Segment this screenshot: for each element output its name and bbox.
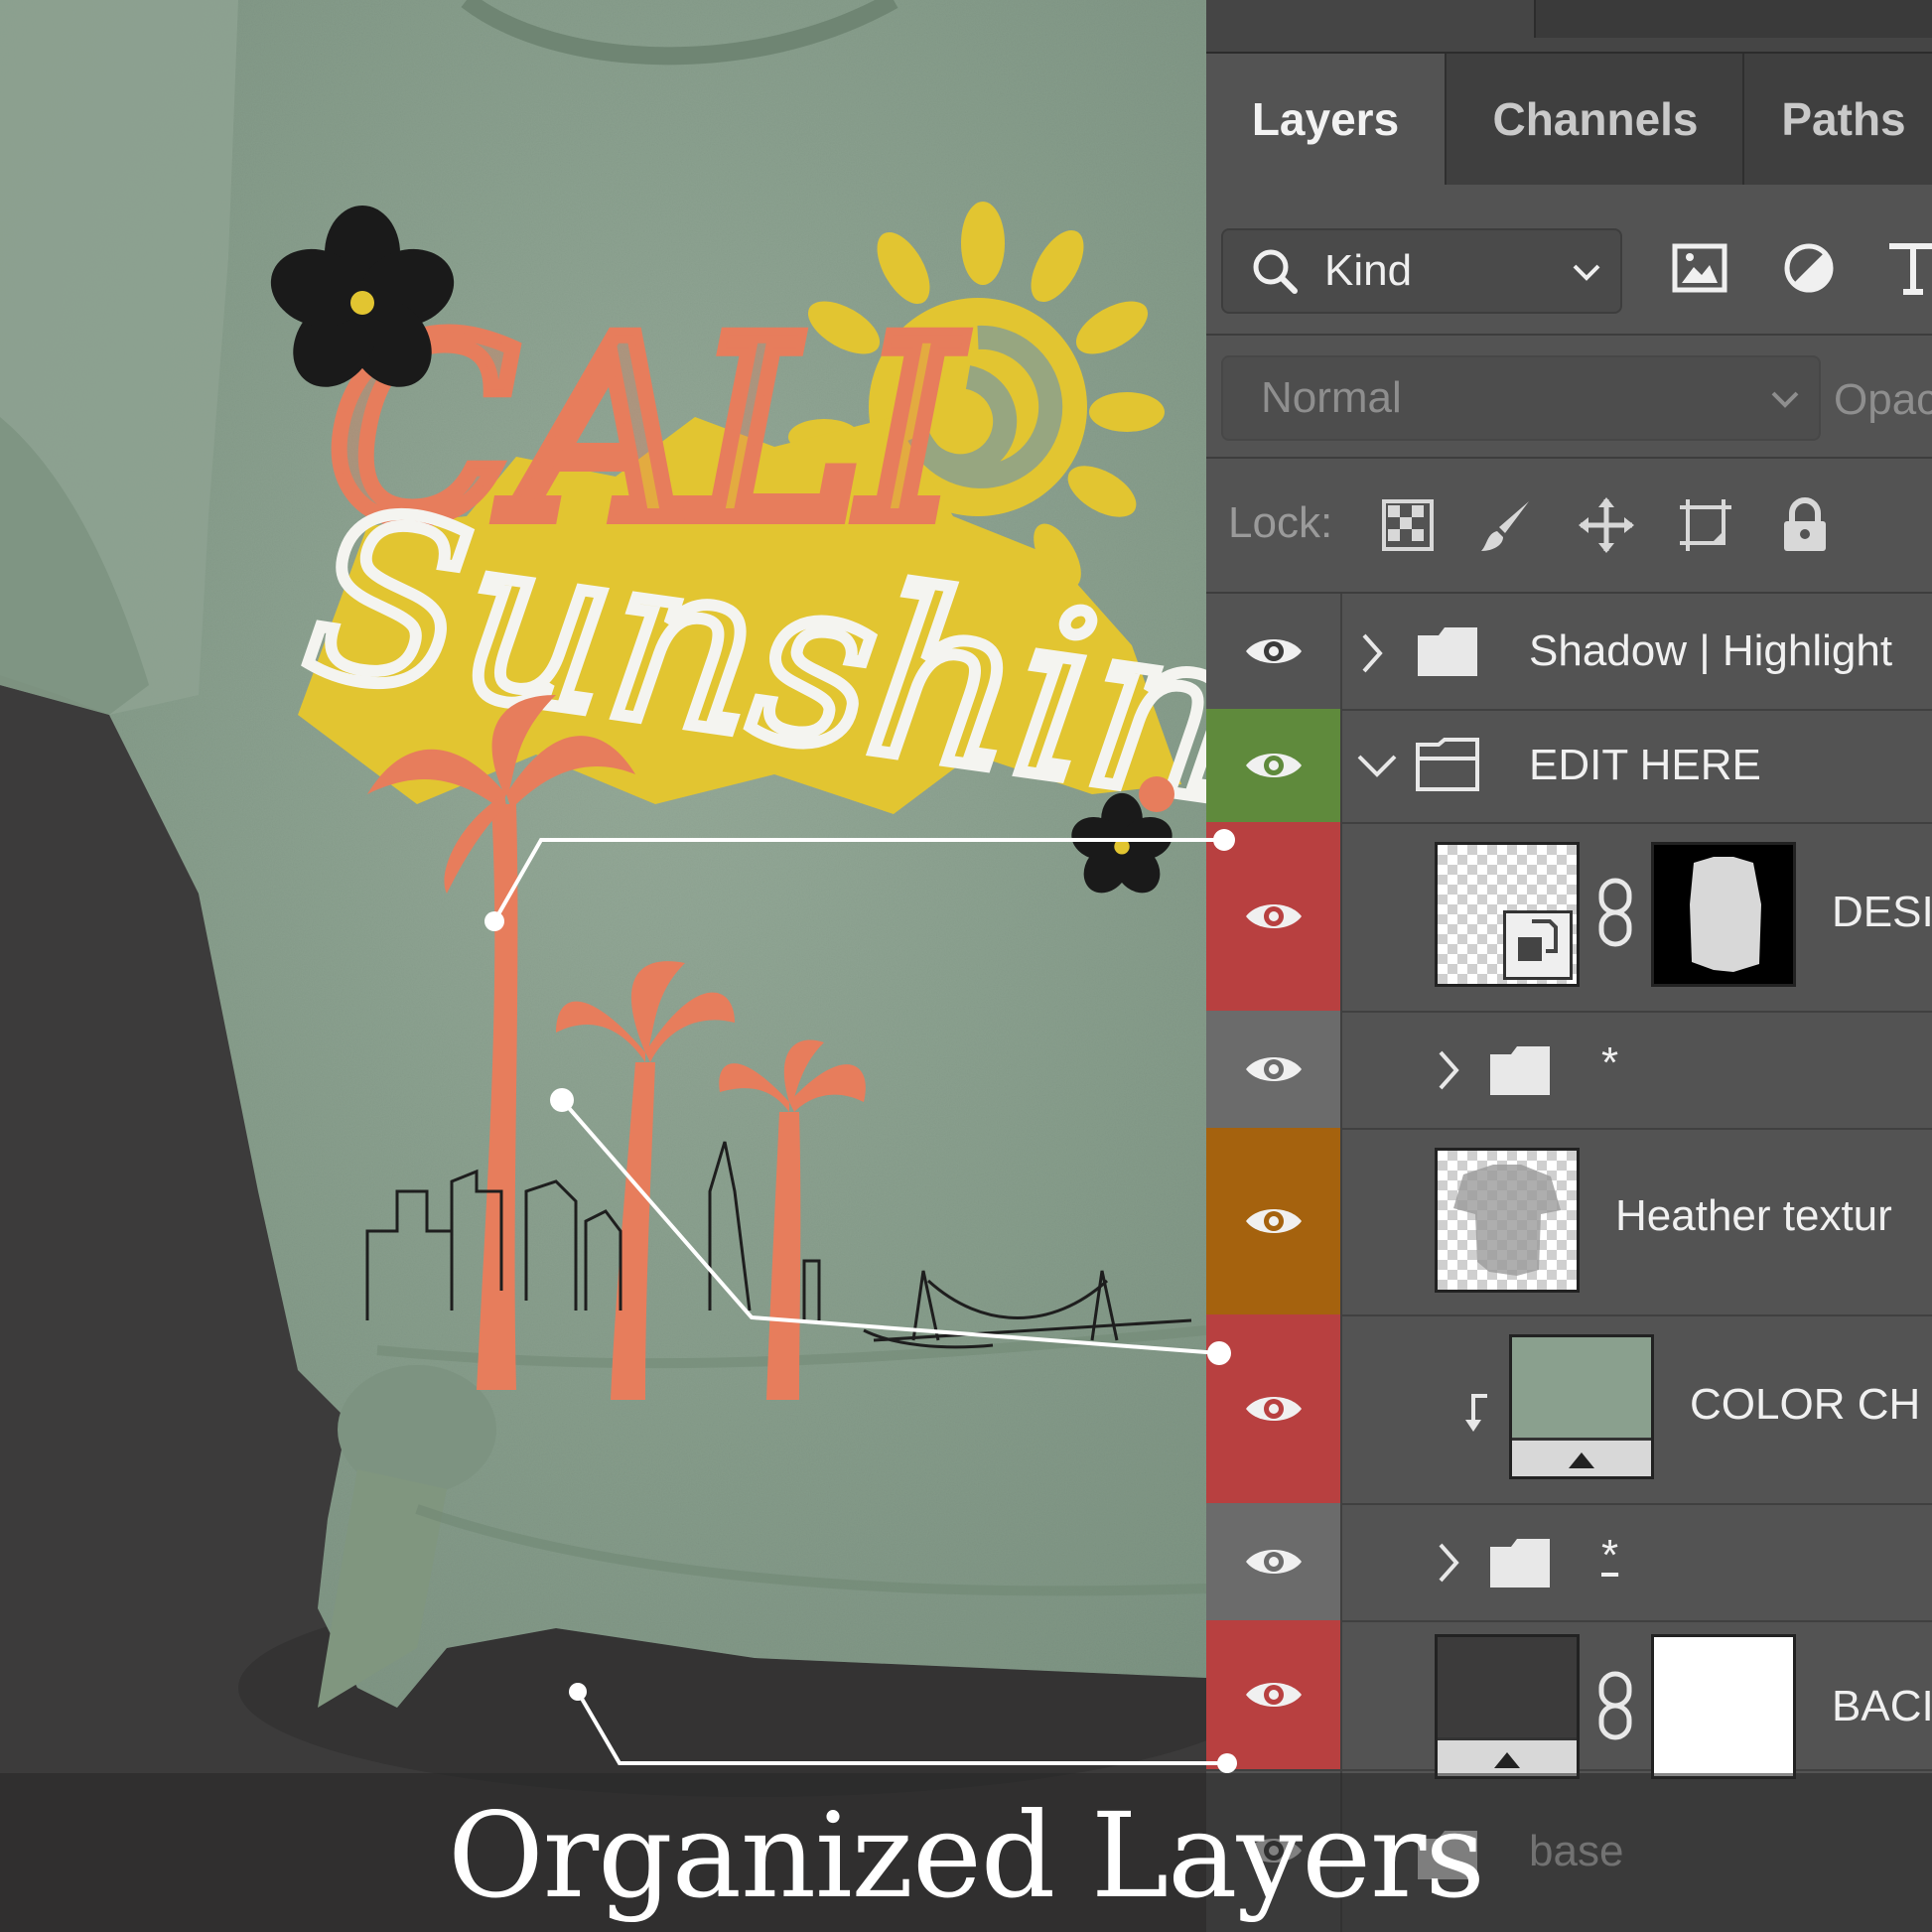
layer-name: * <box>1601 1038 1619 1087</box>
layer-name: DESI <box>1832 888 1932 936</box>
layer-mask-thumbnail <box>1651 1634 1796 1779</box>
panel-top-bar <box>1206 0 1932 54</box>
clipping-mask-arrow-icon <box>1465 1394 1487 1432</box>
chevron-down-icon <box>1771 391 1799 408</box>
link-chain-icon[interactable] <box>1593 1670 1637 1741</box>
layer-row-shadow-highlight[interactable]: Shadow | Highlight <box>1206 594 1932 711</box>
tab-paths[interactable]: Paths <box>1742 54 1932 185</box>
tab-channels[interactable]: Channels <box>1445 54 1744 185</box>
tshirt-mockup: CALI CALI Sunshine <box>0 0 1206 1932</box>
panel-tabs: Layers Channels Paths <box>1206 54 1932 185</box>
smart-object-badge-icon <box>1503 910 1573 980</box>
visibility-eye-icon[interactable] <box>1206 594 1342 709</box>
visibility-eye-icon[interactable] <box>1206 1011 1342 1128</box>
layer-row-group-star[interactable]: * <box>1206 1011 1932 1130</box>
layer-row-group-star-2[interactable]: * <box>1206 1503 1932 1622</box>
layer-name: * <box>1601 1531 1619 1580</box>
kind-label: Kind <box>1324 246 1413 295</box>
opacity-label: Opac <box>1834 375 1932 424</box>
visibility-eye-icon[interactable] <box>1206 822 1342 1011</box>
image-filter-icon[interactable] <box>1668 236 1731 300</box>
tab-layers[interactable]: Layers <box>1206 54 1445 185</box>
lock-position-icon[interactable] <box>1574 492 1639 558</box>
tshirt-illustration: CALI CALI Sunshine <box>0 0 1206 1797</box>
layer-name: EDIT HERE <box>1529 741 1761 789</box>
visibility-eye-icon[interactable] <box>1206 709 1342 822</box>
chevron-down-icon <box>1573 264 1600 281</box>
link-chain-icon[interactable] <box>1593 877 1637 948</box>
stage: CALI CALI Sunshine Layers Channels Paths… <box>0 0 1932 1932</box>
layer-name: BACI <box>1832 1682 1932 1730</box>
layer-name: COLOR CH <box>1690 1380 1921 1429</box>
chevron-right-icon[interactable] <box>1437 1048 1460 1092</box>
folder-icon <box>1418 627 1477 676</box>
fill-thumbnail <box>1435 1634 1580 1779</box>
blend-mode-select[interactable]: Normal <box>1221 355 1821 441</box>
lock-artboard-icon[interactable] <box>1673 492 1738 558</box>
lock-label: Lock: <box>1228 498 1333 547</box>
layer-thumbnail <box>1435 1148 1580 1293</box>
visibility-eye-icon[interactable] <box>1206 1314 1342 1503</box>
chevron-right-icon[interactable] <box>1437 1541 1460 1585</box>
layer-row-background[interactable]: BACI <box>1206 1620 1932 1779</box>
lock-brush-icon[interactable] <box>1474 492 1540 558</box>
visibility-eye-icon[interactable] <box>1206 1503 1342 1620</box>
layer-row-design[interactable]: DESI <box>1206 822 1932 1013</box>
filter-row: Kind <box>1206 185 1932 334</box>
open-folder-icon <box>1416 738 1479 791</box>
caption-title: Organized Layers <box>448 1787 1485 1924</box>
layer-mask-thumbnail <box>1651 842 1796 987</box>
layers-panel: Layers Channels Paths Kind Normal Opac L… <box>1206 0 1932 1932</box>
folder-icon <box>1490 1539 1550 1587</box>
chevron-right-icon[interactable] <box>1360 631 1384 675</box>
blend-mode-label: Normal <box>1261 373 1402 422</box>
layer-thumbnail <box>1435 842 1580 987</box>
lock-all-icon[interactable] <box>1772 492 1838 558</box>
adjustment-filter-icon[interactable] <box>1777 236 1841 300</box>
lock-transparent-icon[interactable] <box>1375 492 1441 558</box>
fill-thumbnail <box>1509 1334 1654 1479</box>
kind-filter-select[interactable]: Kind <box>1221 228 1622 314</box>
layer-name: Shadow | Highlight <box>1529 626 1893 675</box>
chevron-down-icon[interactable] <box>1355 753 1399 780</box>
type-filter-icon[interactable] <box>1881 236 1932 300</box>
layer-row-color-change[interactable]: COLOR CH <box>1206 1314 1932 1505</box>
blend-row: Normal Opac <box>1206 338 1932 457</box>
visibility-eye-icon[interactable] <box>1206 1620 1342 1769</box>
lock-row: Lock: <box>1206 461 1932 590</box>
layer-name: Heather textur <box>1615 1191 1892 1240</box>
layer-row-edit-here[interactable]: EDIT HERE <box>1206 709 1932 824</box>
visibility-eye-icon[interactable] <box>1206 1128 1342 1314</box>
search-icon <box>1253 249 1298 294</box>
layer-row-heather-texture[interactable]: Heather textur <box>1206 1128 1932 1316</box>
folder-icon <box>1490 1046 1550 1095</box>
